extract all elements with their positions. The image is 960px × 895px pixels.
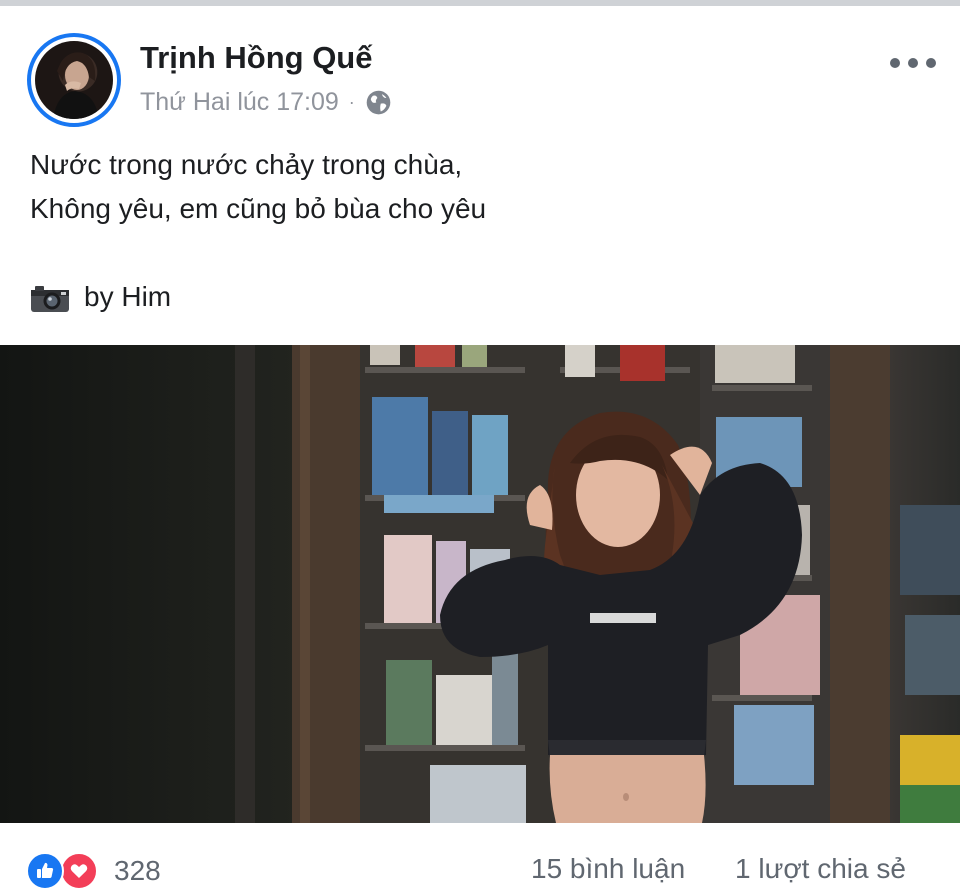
top-divider bbox=[0, 0, 960, 6]
photo-credit: by Him bbox=[30, 275, 930, 319]
post-timestamp[interactable]: Thứ Hai lúc 17:09 bbox=[140, 88, 339, 117]
photo-credit-text: by Him bbox=[84, 281, 172, 312]
reaction-count: 328 bbox=[114, 855, 161, 886]
post-meta: Thứ Hai lúc 17:09 · bbox=[140, 86, 392, 118]
like-icon bbox=[26, 852, 64, 890]
post-text-line: Không yêu, em cũng bỏ bùa cho yêu bbox=[30, 193, 487, 224]
camera-icon bbox=[30, 282, 70, 312]
post-text-spacer bbox=[30, 231, 930, 275]
author-name[interactable]: Trịnh Hồng Quế bbox=[140, 40, 373, 76]
reactions-summary[interactable]: 328 bbox=[26, 851, 161, 891]
meta-separator: · bbox=[348, 91, 355, 112]
post-text: Nước trong nước chảy trong chùa, Không y… bbox=[30, 143, 930, 319]
author-avatar[interactable] bbox=[27, 33, 121, 127]
more-options-icon bbox=[890, 58, 900, 68]
more-options-dot bbox=[908, 58, 918, 68]
globe-icon[interactable] bbox=[365, 89, 392, 116]
reaction-icons bbox=[26, 851, 104, 891]
shares-count-link[interactable]: 1 lượt chia sẻ bbox=[735, 853, 906, 885]
more-options-button[interactable] bbox=[890, 46, 936, 80]
post-text-line: Nước trong nước chảy trong chùa, bbox=[30, 149, 463, 180]
more-options-dot bbox=[926, 58, 936, 68]
avatar-photo bbox=[35, 41, 113, 119]
comments-count-link[interactable]: 15 bình luận bbox=[531, 853, 685, 885]
love-icon bbox=[60, 852, 98, 890]
post-photo[interactable] bbox=[0, 345, 960, 823]
